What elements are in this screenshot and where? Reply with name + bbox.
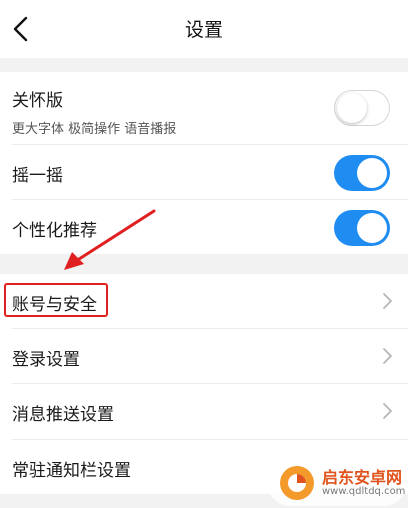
menu-item-label: 登录设置	[12, 350, 80, 370]
personalized-toggle[interactable]	[334, 210, 390, 246]
menu-item-label: 消息推送设置	[12, 405, 114, 425]
shake-label: 摇一摇	[12, 166, 63, 186]
chevron-right-icon	[383, 293, 392, 309]
chevron-right-icon	[383, 348, 392, 364]
toggle-section: 关怀版 更大字体 极简操作 语音播报 摇一摇 个性化推荐	[0, 72, 408, 254]
care-mode-row[interactable]: 关怀版 更大字体 极简操作 语音播报	[0, 72, 408, 144]
shake-toggle[interactable]	[334, 155, 390, 191]
shake-row[interactable]: 摇一摇	[0, 145, 408, 199]
toggle-knob	[357, 213, 387, 243]
care-mode-label: 关怀版	[12, 91, 63, 111]
care-mode-subtitle: 更大字体 极简操作 语音播报	[12, 122, 177, 137]
menu-item-login[interactable]: 登录设置	[0, 329, 408, 383]
watermark-name: 启东安卓网	[322, 468, 403, 487]
care-mode-toggle[interactable]	[334, 90, 390, 126]
page-title: 设置	[184, 19, 223, 41]
highlight-box	[4, 283, 108, 317]
menu-item-label: 常驻通知栏设置	[12, 461, 131, 481]
toggle-knob	[357, 158, 387, 188]
watermark-url: www.qdltdq.com	[322, 486, 406, 497]
header-bar: 设置	[0, 0, 408, 58]
site-logo-icon	[280, 466, 314, 500]
watermark: 启东安卓网 www.qdltdq.com	[268, 460, 406, 506]
menu-item-push[interactable]: 消息推送设置	[0, 384, 408, 439]
toggle-knob	[337, 92, 367, 123]
personalized-row[interactable]: 个性化推荐	[0, 200, 408, 254]
personalized-label: 个性化推荐	[12, 221, 97, 241]
chevron-right-icon	[383, 403, 392, 419]
